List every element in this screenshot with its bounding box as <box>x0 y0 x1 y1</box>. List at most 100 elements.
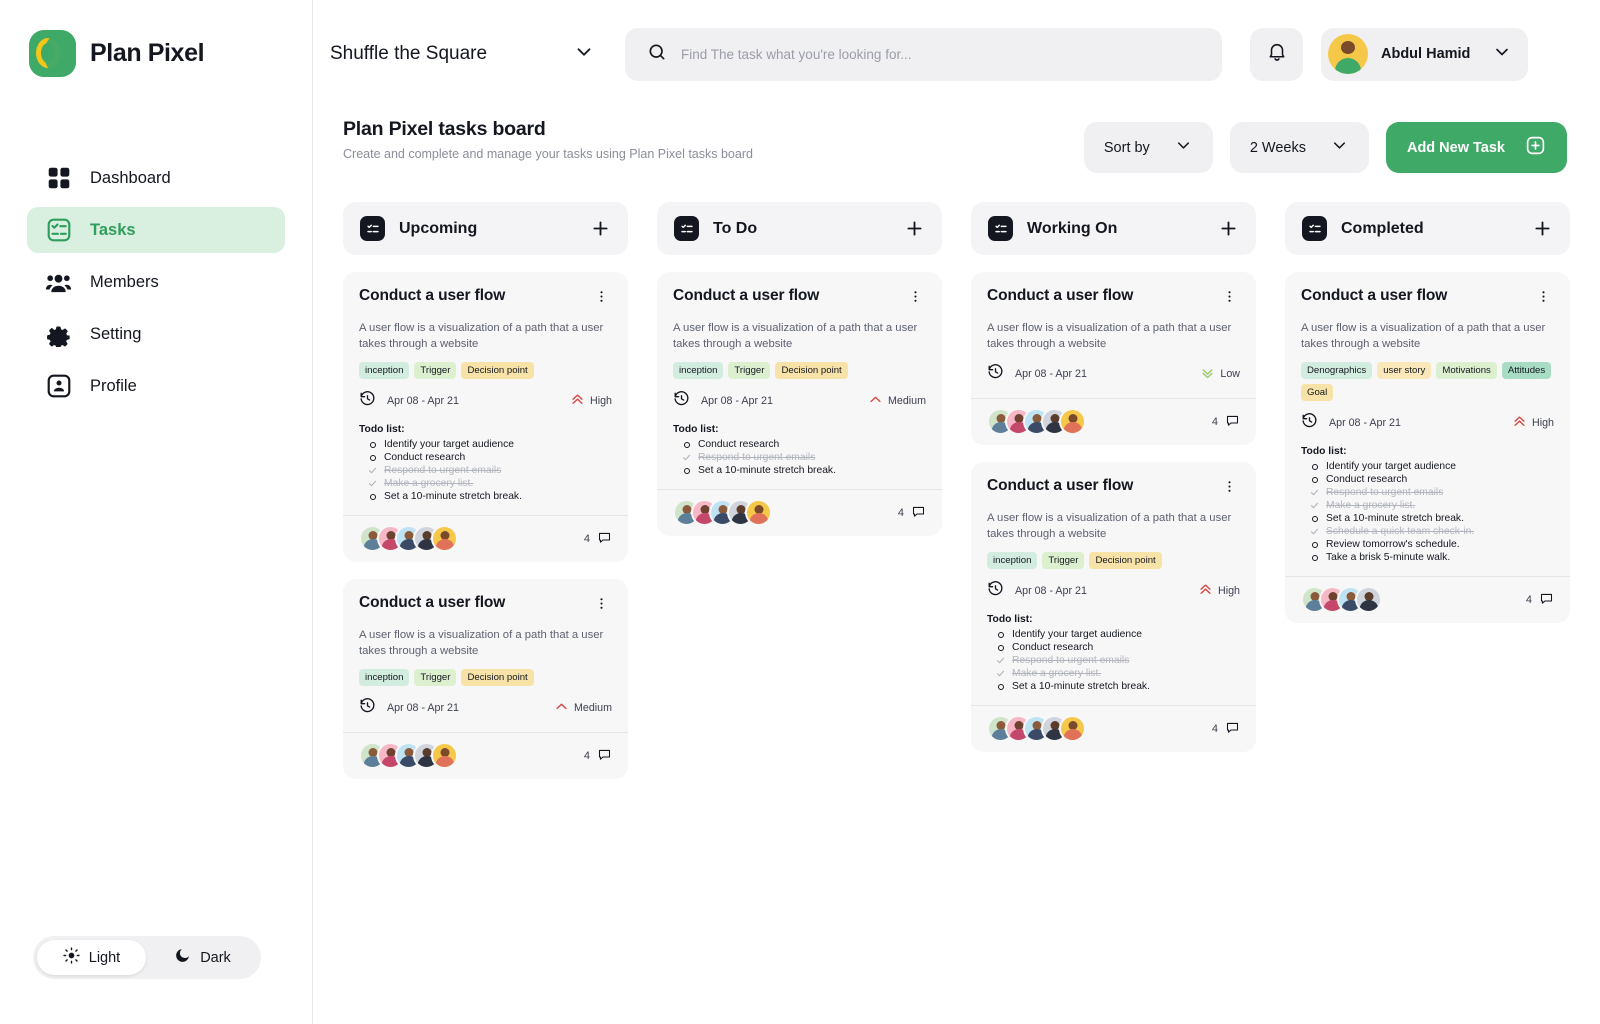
card-menu-icon[interactable] <box>1533 287 1554 311</box>
add-card-button[interactable] <box>1531 218 1553 240</box>
theme-option-light[interactable]: Light <box>37 940 146 975</box>
todo-item[interactable]: Set a 10-minute stretch break. <box>987 681 1240 692</box>
add-card-button[interactable] <box>589 218 611 240</box>
comment-count[interactable]: 4 <box>584 530 612 548</box>
todo-item[interactable]: Make a grocery list. <box>1301 500 1554 511</box>
comment-count[interactable]: 4 <box>1526 591 1554 609</box>
card-menu-icon[interactable] <box>591 287 612 311</box>
tag[interactable]: Trigger <box>414 669 457 687</box>
priority-high-icon <box>570 392 585 410</box>
tag[interactable]: Decision point <box>461 669 534 687</box>
card-menu-icon[interactable] <box>905 287 926 311</box>
sidebar-item-setting[interactable]: Setting <box>27 311 285 357</box>
tag[interactable]: Decision point <box>1089 552 1162 570</box>
circle-icon <box>1310 515 1319 522</box>
sidebar-item-dashboard[interactable]: Dashboard <box>27 155 285 201</box>
tag[interactable]: inception <box>987 552 1038 570</box>
sidebar-item-profile[interactable]: Profile <box>27 363 285 409</box>
assignee-avatars[interactable] <box>987 408 1086 436</box>
theme-light-label: Light <box>88 949 121 966</box>
todo-item[interactable]: Make a grocery list. <box>987 668 1240 679</box>
todo-item[interactable]: Make a grocery list. <box>359 478 612 489</box>
comment-count[interactable]: 4 <box>584 747 612 765</box>
check-icon <box>1310 527 1319 536</box>
assignee-avatars[interactable] <box>359 742 458 770</box>
tag[interactable]: Denographics <box>1301 362 1373 380</box>
todo-item[interactable]: Set a 10-minute stretch break. <box>1301 513 1554 524</box>
comment-count[interactable]: 4 <box>1212 413 1240 431</box>
task-card[interactable]: Conduct a user flow A user flow is a visu… <box>971 272 1256 446</box>
theme-option-dark[interactable]: Dark <box>148 940 257 975</box>
avatar <box>1059 408 1086 436</box>
todo-item[interactable]: Set a 10-minute stretch break. <box>359 491 612 502</box>
tag[interactable]: user story <box>1377 362 1432 380</box>
todo-item[interactable]: Respond to urgent emails <box>359 465 612 476</box>
todo-item[interactable]: Conduct research <box>673 439 926 450</box>
comment-count[interactable]: 4 <box>1212 720 1240 738</box>
gear-icon <box>45 321 72 348</box>
tag[interactable]: Decision point <box>775 362 848 380</box>
tag[interactable]: inception <box>359 362 410 380</box>
check-icon <box>1310 501 1319 510</box>
notifications-button[interactable] <box>1250 27 1303 81</box>
card-menu-icon[interactable] <box>1219 287 1240 311</box>
comment-count-value: 4 <box>897 506 904 519</box>
brand: Plan Pixel <box>0 0 312 77</box>
add-new-task-button[interactable]: Add New Task <box>1385 122 1567 173</box>
task-card[interactable]: Conduct a user flow A user flow is a visu… <box>657 272 942 537</box>
tag[interactable]: Trigger <box>728 362 771 380</box>
card-menu-icon[interactable] <box>591 594 612 618</box>
todo-item[interactable]: Identify your target audience <box>359 439 612 450</box>
main-area: Shuffle the Square Find The task what yo… <box>313 0 1600 1024</box>
todo-list-header: Todo list: <box>1301 446 1347 458</box>
add-card-button[interactable] <box>1217 218 1239 240</box>
assignee-avatars[interactable] <box>1301 586 1382 614</box>
priority-high-icon <box>1512 414 1527 432</box>
task-card[interactable]: Conduct a user flow A user flow is a visu… <box>343 272 628 563</box>
column-title: Upcoming <box>399 219 478 237</box>
todo-item[interactable]: Respond to urgent emails <box>1301 487 1554 498</box>
task-card[interactable]: Conduct a user flow A user flow is a visu… <box>343 579 628 780</box>
todo-item[interactable]: Respond to urgent emails <box>673 452 926 463</box>
todo-item[interactable]: Conduct research <box>987 642 1240 653</box>
board-selector[interactable]: Shuffle the Square <box>330 41 625 68</box>
todo-item[interactable]: Respond to urgent emails <box>987 655 1240 666</box>
todo-item[interactable]: Take a brisk 5-minute walk. <box>1301 552 1554 563</box>
todo-item[interactable]: Conduct research <box>359 452 612 463</box>
search-box[interactable] <box>625 27 1222 81</box>
date-range-dropdown[interactable]: 2 Weeks <box>1229 122 1369 173</box>
comment-count[interactable]: 4 <box>898 504 926 522</box>
tag[interactable]: Attitudes <box>1501 362 1552 380</box>
user-menu[interactable]: Abdul Hamid <box>1321 27 1528 81</box>
sort-by-dropdown[interactable]: Sort by <box>1083 122 1213 173</box>
todo-item[interactable]: Identify your target audience <box>987 629 1240 640</box>
priority-badge: High <box>570 392 612 410</box>
tag[interactable]: Motivations <box>1436 362 1497 380</box>
todo-item[interactable]: Schedule a quick team check-in. <box>1301 526 1554 537</box>
card-menu-icon[interactable] <box>1219 477 1240 501</box>
card-footer: 4 <box>343 515 628 562</box>
todo-item[interactable]: Identify your target audience <box>1301 461 1554 472</box>
sidebar-item-tasks[interactable]: Tasks <box>27 207 285 253</box>
tag[interactable]: Goal <box>1301 384 1334 402</box>
tag[interactable]: inception <box>359 669 410 687</box>
tag[interactable]: Trigger <box>1042 552 1085 570</box>
todo-item[interactable]: Conduct research <box>1301 474 1554 485</box>
todo-item-label: Schedule a quick team check-in. <box>1326 526 1475 538</box>
search-input[interactable] <box>681 46 1200 62</box>
todo-item[interactable]: Review tomorrow's schedule. <box>1301 539 1554 550</box>
comment-icon <box>1225 720 1240 738</box>
todo-item[interactable]: Set a 10-minute stretch break. <box>673 465 926 476</box>
task-card[interactable]: Conduct a user flow A user flow is a visu… <box>1285 272 1570 624</box>
assignee-avatars[interactable] <box>673 499 772 527</box>
theme-toggle[interactable]: Light Dark <box>33 936 261 979</box>
task-card[interactable]: Conduct a user flow A user flow is a visu… <box>971 462 1256 753</box>
sidebar-item-members[interactable]: Members <box>27 259 285 305</box>
tag[interactable]: Decision point <box>461 362 534 380</box>
tag[interactable]: Trigger <box>414 362 457 380</box>
assignee-avatars[interactable] <box>987 715 1086 743</box>
search-icon <box>647 42 667 67</box>
tag[interactable]: inception <box>673 362 724 380</box>
add-card-button[interactable] <box>903 218 925 240</box>
assignee-avatars[interactable] <box>359 525 458 553</box>
